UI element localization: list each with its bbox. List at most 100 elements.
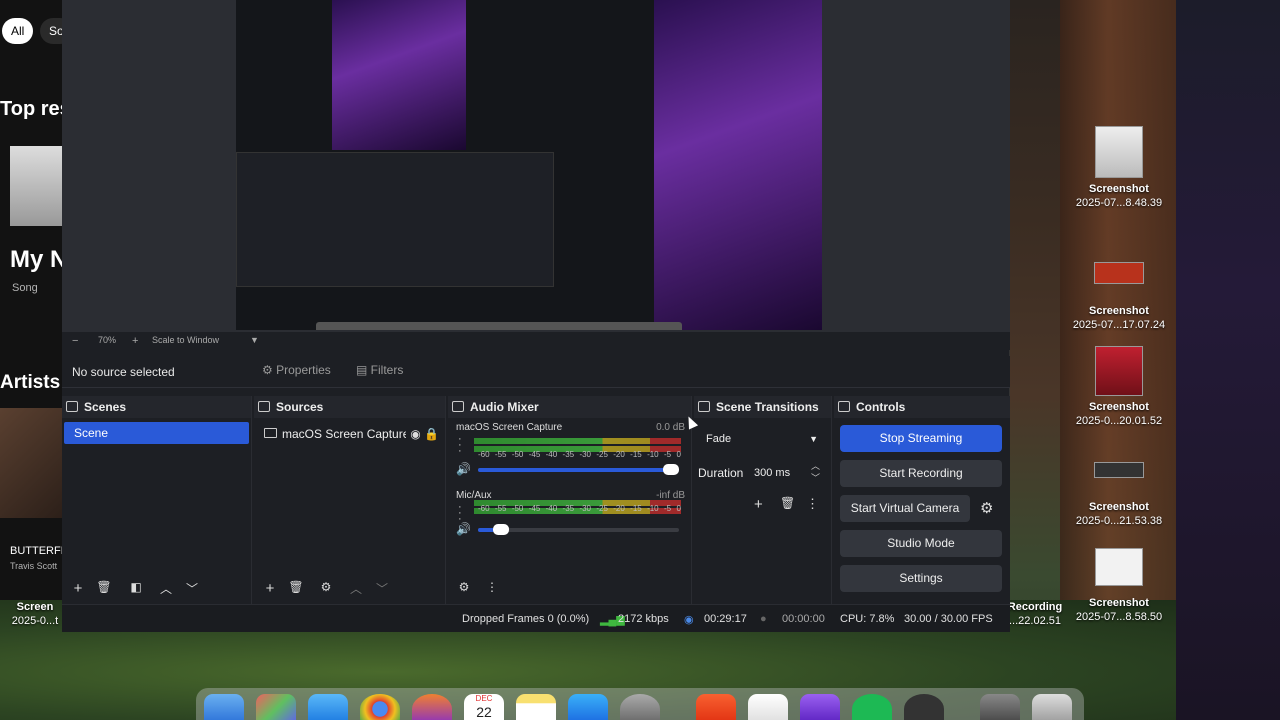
filters-button[interactable]: ▤ Filters [356, 363, 403, 377]
scenes-dock: Scenes Scene + 🗑 ◧ ︿ ﹀ [62, 396, 252, 604]
fps: 30.00 / 30.00 FPS [904, 613, 993, 625]
safari-icon[interactable] [308, 694, 348, 720]
volume-fader[interactable] [478, 464, 679, 475]
add-scene-icon[interactable]: + [68, 580, 88, 597]
transition-select[interactable]: Fade ▼ [700, 428, 824, 450]
desktop-screenshot-file[interactable]: Screenshot 2025-0...20.01.52 [1064, 346, 1174, 428]
calendar-day: 22 [476, 704, 492, 720]
move-up-icon[interactable]: ︿ [346, 580, 366, 597]
start-virtual-camera-button[interactable]: Start Virtual Camera [840, 495, 970, 522]
duration-value: 300 ms [754, 467, 791, 479]
desktop-screenshot-file[interactable]: Screenshot 2025-0...21.53.38 [1064, 462, 1174, 528]
mixer-menu-icon[interactable]: ⋮ [482, 580, 502, 594]
meter-ticks: -60 -55 -50 -45 -40 -35 -30 -25 -20 -15 -10 -5 0 [478, 450, 681, 459]
desktop-screenshot-file[interactable]: Screenshot 2025-07...8.48.39 [1064, 126, 1174, 210]
transition-menu-icon[interactable]: ⋮ [806, 496, 819, 512]
zoom-in-button[interactable]: + [132, 335, 138, 347]
now-playing-title[interactable]: BUTTERFL [10, 545, 67, 557]
sources-title: Sources [254, 396, 445, 418]
visibility-eye-icon[interactable]: ◉ 🔒 [406, 424, 439, 444]
captured-browser-image [332, 0, 466, 150]
stop-streaming-button[interactable]: Stop Streaming [840, 425, 1002, 452]
scene-item[interactable]: Scene [64, 422, 249, 444]
volume-fader[interactable] [478, 524, 679, 535]
scale-mode[interactable]: Scale to Window [152, 335, 219, 345]
duration-stepper-icon[interactable]: ︿ ﹀ [811, 460, 820, 484]
settings-button[interactable]: Settings [840, 565, 1002, 592]
trash-icon[interactable] [1032, 694, 1072, 720]
image-thumbnail-icon [1095, 126, 1143, 178]
fader-fill [478, 528, 495, 532]
mixer-settings-gear-icon[interactable]: ⚙ [454, 580, 474, 594]
meter-ticks: -60 -55 -50 -45 -40 -35 -30 -25 -20 -15 -10 -5 0 [478, 504, 681, 513]
desktop-screenshot-file[interactable]: Screenshot 2025-07...8.58.50 [1064, 548, 1174, 624]
duration-label: Duration [698, 466, 744, 480]
video-app-icon[interactable] [800, 694, 840, 720]
recording-icon: ● [760, 613, 767, 625]
spotify-icon[interactable] [852, 694, 892, 720]
obs-icon[interactable] [904, 694, 944, 720]
now-playing-artist[interactable]: Travis Scott [10, 561, 57, 571]
preview-icon[interactable] [980, 694, 1020, 720]
top-result-title[interactable]: My N [10, 246, 67, 274]
scene-filters-icon[interactable]: ◧ [126, 580, 146, 594]
obs-window: − 70% + Scale to Window ▼ No source sele… [62, 0, 1010, 632]
properties-button[interactable]: ⚙ Properties [262, 363, 331, 377]
remove-transition-icon[interactable]: 🗑 [780, 496, 795, 510]
sources-dock: Sources macOS Screen Capture ◉ 🔒 + 🗑 ⚙ ︿… [254, 396, 446, 604]
dock-icon [258, 401, 270, 412]
move-down-icon[interactable]: ﹀ [372, 580, 392, 597]
desktop-screenshot-file[interactable]: Screenshot 2025-07...17.07.24 [1064, 262, 1174, 332]
firefox-icon[interactable] [412, 694, 452, 720]
zoom-level: 70% [98, 335, 117, 345]
virtual-camera-settings-gear-icon[interactable]: ⚙ [980, 499, 993, 517]
chrome-icon[interactable] [360, 694, 400, 720]
scale-dropdown-icon[interactable]: ▼ [250, 335, 259, 345]
channel-menu-icon[interactable]: · · · [458, 502, 462, 525]
audio-mixer-dock: Audio Mixer macOS Screen Capture 0.0 dB … [448, 396, 692, 604]
fader-knob[interactable] [492, 524, 509, 535]
controls-dock: Controls Stop Streaming Start Recording … [834, 396, 1010, 604]
captured-dock [316, 322, 682, 330]
zoom-out-button[interactable]: − [72, 335, 78, 347]
duration-input[interactable]: 300 ms ︿ ﹀ [750, 460, 822, 484]
desktop-recording-file[interactable]: Recording ...22.02.51 [1000, 600, 1070, 628]
top-result-artwork[interactable] [10, 146, 66, 226]
channel-menu-icon[interactable]: · · · [458, 434, 462, 457]
system-settings-icon[interactable] [620, 694, 660, 720]
move-up-icon[interactable]: ︿ [156, 580, 176, 597]
dock-icon [698, 401, 710, 412]
source-properties-gear-icon[interactable]: ⚙ [316, 580, 336, 594]
brave-icon[interactable] [696, 694, 736, 720]
calendar-icon[interactable]: DEC 22 [464, 694, 504, 720]
add-source-icon[interactable]: + [260, 580, 280, 597]
speaker-icon[interactable]: 🔊 [456, 462, 471, 476]
captured-obs-window [236, 152, 554, 287]
remove-source-icon[interactable]: 🗑 [286, 580, 306, 594]
speaker-icon[interactable]: 🔊 [456, 522, 471, 536]
linear-icon[interactable] [748, 694, 788, 720]
preview-area [62, 0, 1010, 332]
move-down-icon[interactable]: ﹀ [182, 580, 202, 597]
filter-chip-all[interactable]: All [2, 18, 34, 44]
notes-icon[interactable] [516, 694, 556, 720]
level-meter [474, 438, 681, 444]
dropped-frames: Dropped Frames 0 (0.0%) [462, 613, 590, 625]
calendar-month: DEC [475, 694, 493, 703]
bitrate: 2172 kbps [618, 613, 669, 625]
launchpad-icon[interactable] [256, 694, 296, 720]
fader-knob[interactable] [663, 464, 679, 475]
source-item[interactable]: macOS Screen Capture ◉ 🔒 [262, 424, 439, 444]
dock-icon [66, 401, 78, 412]
preview-canvas[interactable] [236, 0, 822, 330]
monitor-icon [264, 428, 277, 438]
remove-scene-icon[interactable]: 🗑 [94, 580, 114, 594]
app-store-icon[interactable] [568, 694, 608, 720]
finder-icon[interactable] [204, 694, 244, 720]
artist-artwork[interactable] [0, 408, 70, 518]
studio-mode-button[interactable]: Studio Mode [840, 530, 1002, 557]
add-transition-icon[interactable]: + [754, 496, 763, 513]
scene-transitions-dock: Scene Transitions Fade ▼ Duration 300 ms… [694, 396, 832, 604]
properties-label: Properties [276, 363, 331, 377]
start-recording-button[interactable]: Start Recording [840, 460, 1002, 487]
